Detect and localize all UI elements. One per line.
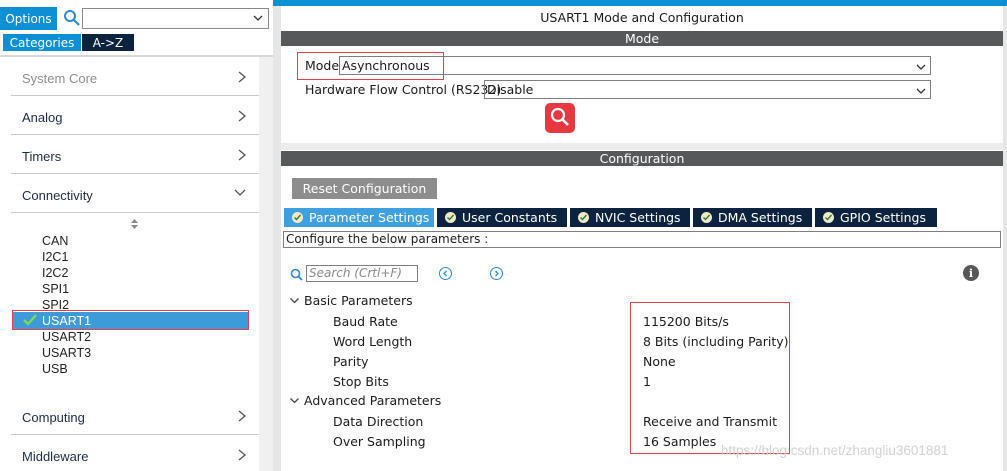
check-circle-icon (292, 212, 303, 223)
category-label: Computing (22, 410, 85, 425)
search-icon (290, 268, 303, 284)
chevron-down-icon[interactable] (915, 60, 927, 77)
peripheral-usart3[interactable]: USART3 (42, 346, 91, 360)
chevron-down-icon[interactable] (915, 84, 927, 101)
mode-highlight-box (297, 52, 444, 80)
magnifier-icon (549, 106, 571, 131)
tab-label: DMA Settings (718, 210, 803, 225)
check-circle-icon (823, 212, 834, 223)
find-button[interactable] (545, 103, 575, 133)
chevron-right-icon (237, 409, 247, 426)
search-combo-input[interactable] (82, 8, 269, 29)
stm32cube-window: Options Categories A->Z System Core Anal… (0, 0, 1007, 471)
category-analog[interactable]: Analog (11, 97, 260, 135)
tab-label: NVIC Settings (595, 210, 681, 225)
category-computing[interactable]: Computing (11, 397, 260, 435)
mode-section-header: Mode (281, 31, 1003, 46)
info-icon[interactable]: i (963, 265, 979, 281)
tab-nvic-settings[interactable]: NVIC Settings (570, 208, 690, 227)
previous-match-icon[interactable] (439, 267, 452, 280)
hfc-dropdown-value: Disable (487, 82, 534, 97)
values-highlight-box (630, 302, 790, 454)
next-match-icon[interactable] (490, 267, 503, 280)
section-gap (281, 143, 1007, 150)
peripheral-usart2[interactable]: USART2 (42, 330, 91, 344)
hardware-flow-control-label: Hardware Flow Control (RS232) (305, 82, 502, 97)
parameter-search-input[interactable]: Search (Crtl+F) (306, 265, 418, 282)
category-label: System Core (22, 71, 98, 86)
group-basic-parameters[interactable]: Basic Parameters (289, 293, 413, 308)
tab-label: User Constants (462, 210, 558, 225)
chevron-down-icon (233, 187, 247, 202)
param-name: Baud Rate (333, 314, 398, 329)
watermark-text: https://blog.csdn.net/zhangliu3601881 (721, 443, 949, 458)
group-label: Advanced Parameters (304, 393, 442, 408)
group-advanced-parameters[interactable]: Advanced Parameters (289, 393, 441, 408)
check-circle-icon (701, 212, 712, 223)
divider (0, 55, 273, 57)
param-name: Data Direction (333, 414, 424, 429)
sort-arrows-icon[interactable] (130, 218, 139, 233)
tab-dma-settings[interactable]: DMA Settings (693, 208, 812, 227)
peripheral-i2c1[interactable]: I2C1 (42, 250, 68, 264)
check-icon (22, 313, 38, 330)
peripheral-spi2[interactable]: SPI2 (42, 298, 69, 312)
check-circle-icon (445, 212, 456, 223)
tab-categories[interactable]: Categories (3, 34, 81, 51)
peripheral-usart1[interactable]: USART1 (42, 314, 91, 328)
peripheral-can[interactable]: CAN (42, 234, 68, 248)
category-middleware[interactable]: Middleware (11, 436, 260, 471)
chevron-right-icon (237, 70, 247, 87)
peripheral-usb[interactable]: USB (42, 362, 68, 376)
hardware-flow-control-dropdown[interactable]: Disable (484, 80, 931, 99)
chevron-down-icon (289, 393, 300, 408)
configuration-section-header: Configuration (281, 151, 1003, 166)
category-label: Timers (22, 149, 62, 164)
chevron-down-icon[interactable] (252, 12, 264, 27)
tab-parameter-settings[interactable]: Parameter Settings (284, 208, 434, 227)
category-timers[interactable]: Timers (11, 136, 260, 174)
peripheral-spi1[interactable]: SPI1 (42, 282, 69, 296)
chevron-right-icon (237, 109, 247, 126)
category-label: Analog (22, 110, 63, 125)
check-circle-icon (578, 212, 589, 223)
param-name: Stop Bits (333, 374, 389, 389)
category-label: Middleware (22, 449, 89, 464)
right-panel: USART1 Mode and Configuration Mode Mode … (281, 6, 1007, 471)
tab-user-constants[interactable]: User Constants (437, 208, 567, 227)
param-name: Over Sampling (333, 434, 426, 449)
reset-configuration-button[interactable]: Reset Configuration (292, 178, 437, 199)
chevron-right-icon (237, 448, 247, 465)
peripheral-i2c2[interactable]: I2C2 (42, 266, 68, 280)
chevron-down-icon (289, 293, 300, 308)
category-system-core[interactable]: System Core (11, 58, 260, 96)
right-scrollbar[interactable] (1003, 6, 1007, 471)
param-name: Word Length (333, 334, 413, 349)
left-panel: Options Categories A->Z System Core Anal… (0, 0, 273, 471)
panel-splitter[interactable] (273, 6, 281, 471)
search-icon[interactable] (63, 9, 81, 27)
tab-label: Parameter Settings (309, 210, 430, 225)
panel-title: USART1 Mode and Configuration (540, 10, 744, 25)
left-scrollbar[interactable] (259, 57, 273, 471)
group-label: Basic Parameters (304, 293, 413, 308)
configure-instruction: Configure the below parameters : (283, 231, 1001, 248)
tab-a-to-z[interactable]: A->Z (82, 34, 134, 51)
chevron-right-icon (237, 148, 247, 165)
category-label: Connectivity (22, 188, 93, 203)
tab-label: GPIO Settings (840, 210, 926, 225)
param-name: Parity (333, 354, 369, 369)
category-connectivity[interactable]: Connectivity (11, 175, 260, 213)
tab-gpio-settings[interactable]: GPIO Settings (815, 208, 937, 227)
options-button[interactable]: Options (0, 7, 57, 30)
